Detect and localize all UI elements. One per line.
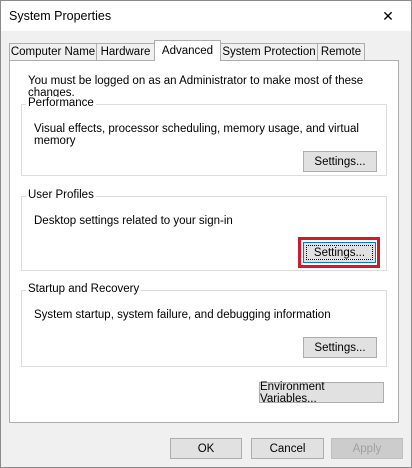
environment-variables-button[interactable]: Environment Variables... xyxy=(259,381,384,405)
startup-recovery-title: Startup and Recovery xyxy=(26,283,142,295)
close-icon: ✕ xyxy=(382,7,394,24)
cancel-button[interactable]: Cancel xyxy=(251,438,324,459)
tab-system-protection[interactable]: System Protection xyxy=(220,43,318,60)
performance-settings-button[interactable]: Settings... xyxy=(303,151,377,172)
performance-group: Performance Visual effects, processor sc… xyxy=(21,97,387,176)
admin-note: You must be logged on as an Administrato… xyxy=(28,75,364,99)
advanced-tab-panel: You must be logged on as an Administrato… xyxy=(9,60,399,423)
window-title: System Properties xyxy=(9,9,112,23)
close-button[interactable]: ✕ xyxy=(365,1,411,31)
title-bar: System Properties ✕ xyxy=(1,1,411,31)
tab-advanced[interactable]: Advanced xyxy=(154,40,221,61)
tab-remote[interactable]: Remote xyxy=(317,43,365,60)
tab-computer-name[interactable]: Computer Name xyxy=(9,43,97,60)
tab-hardware[interactable]: Hardware xyxy=(96,43,155,60)
apply-button[interactable]: Apply xyxy=(331,438,403,459)
user-profiles-group: User Profiles Desktop settings related t… xyxy=(21,189,387,271)
startup-recovery-settings-button[interactable]: Settings... xyxy=(303,337,377,358)
system-properties-window: System Properties ✕ Computer Name Hardwa… xyxy=(0,0,412,468)
user-profiles-title: User Profiles xyxy=(26,189,96,201)
startup-recovery-description: System startup, system failure, and debu… xyxy=(34,309,331,321)
startup-recovery-group: Startup and Recovery System startup, sys… xyxy=(21,283,387,367)
user-profiles-description: Desktop settings related to your sign-in xyxy=(34,215,233,227)
user-profiles-settings-button[interactable]: Settings... xyxy=(303,242,376,263)
performance-description: Visual effects, processor scheduling, me… xyxy=(34,123,359,147)
focus-rectangle xyxy=(306,245,373,260)
ok-button[interactable]: OK xyxy=(170,438,242,459)
performance-title: Performance xyxy=(26,97,96,109)
